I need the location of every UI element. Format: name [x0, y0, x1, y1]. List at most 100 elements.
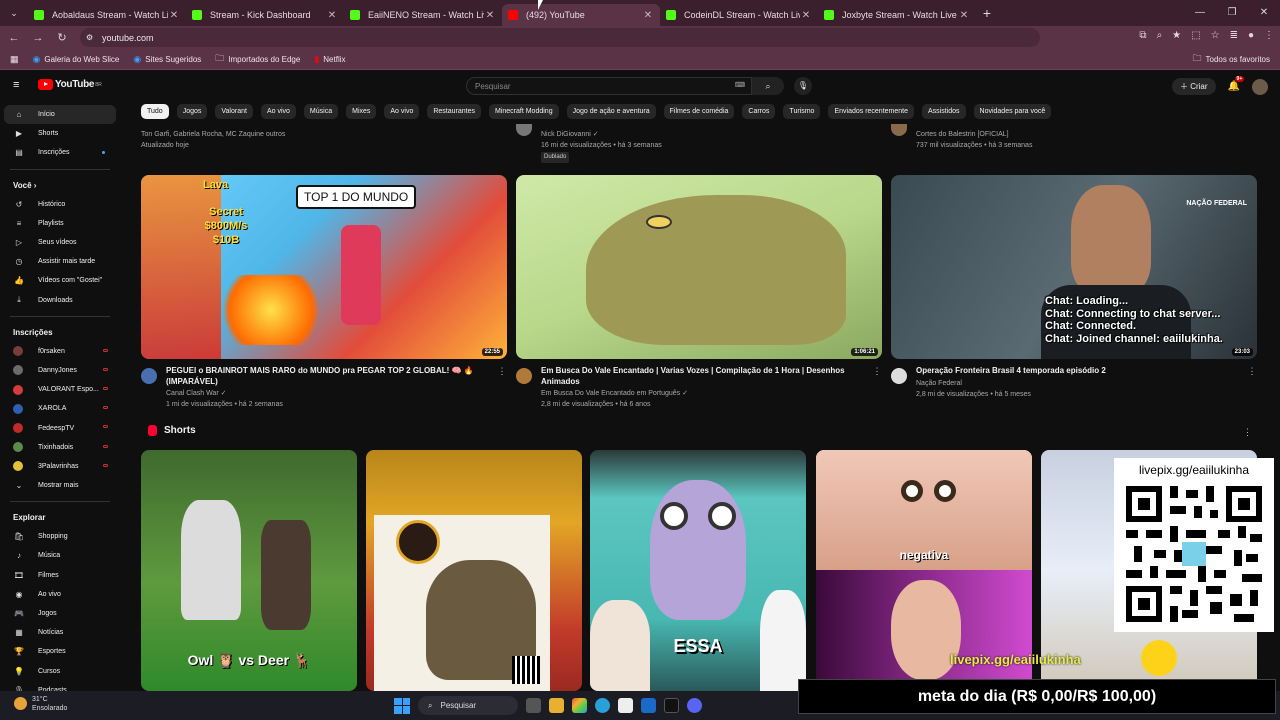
back-button[interactable]: ← — [2, 32, 26, 44]
sidebar-item-v-deos-com-gostei-[interactable]: 👍 Vídeos com "Gostei" — [0, 271, 120, 290]
channel-name[interactable]: Em Busca Do Vale Encantado em Português … — [541, 388, 872, 399]
favorite-star-icon[interactable]: ★ — [1172, 30, 1181, 41]
sidebar-item-playlists[interactable]: ≡ Playlists — [0, 214, 120, 233]
sidebar-item-not-cias[interactable]: ▦ Notícias — [0, 623, 120, 642]
browser-tab[interactable]: Stream - Kick Dashboard ✕ — [186, 4, 344, 26]
browser-tab[interactable]: Aobaldaus Stream - Watch Live ✕ — [28, 4, 186, 26]
extensions-icon[interactable]: ⬚ — [1191, 30, 1200, 41]
bookmark-galeria[interactable]: ◉ Galeria do Web Slice — [33, 54, 120, 65]
bookmark-sites[interactable]: ◉ Sites Sugeridos — [133, 54, 201, 65]
close-window-button[interactable]: ✕ — [1248, 0, 1280, 24]
filter-chip[interactable]: Ao vivo — [384, 104, 420, 119]
sidebar-item-cursos[interactable]: 💡 Cursos — [0, 662, 120, 681]
sidebar-item-in-cio[interactable]: ⌂ Início — [4, 105, 116, 125]
video-title[interactable]: PEGUEI o BRAINROT MAIS RARO do MUNDO pra… — [166, 366, 497, 387]
search-input[interactable]: Pesquisar ⌨ — [466, 77, 752, 95]
filter-chip[interactable]: Novidades para você — [973, 104, 1052, 119]
filter-chip[interactable]: Restaurantes — [427, 104, 481, 119]
collections-icon[interactable]: ≣ — [1230, 30, 1238, 41]
url-field[interactable]: ⚙ youtube.com — [80, 28, 1040, 47]
subscription-item[interactable]: Tixinhadois — [0, 438, 120, 457]
outlook-icon[interactable] — [641, 698, 656, 713]
subscription-item[interactable]: 3Palavrinhas — [0, 457, 120, 476]
subscription-item[interactable]: FedeespTV — [0, 418, 120, 437]
channel-name[interactable]: Nação Federal — [916, 378, 1247, 389]
browser-tab[interactable]: CodeinDL Stream - Watch Live ✕ — [660, 4, 818, 26]
sidebar-item-assistir-mais-tarde[interactable]: ◷ Assistir mais tarde — [0, 252, 120, 271]
filter-chip[interactable]: Turismo — [783, 104, 821, 119]
calendar-icon[interactable] — [618, 698, 633, 713]
filter-chip[interactable]: Assistidos — [922, 104, 966, 119]
search-button[interactable]: ⌕ — [752, 77, 784, 95]
sidebar-item-filmes[interactable]: 🎞 Filmes — [0, 566, 120, 585]
browser-tab[interactable]: (492) YouTube ✕ — [502, 4, 660, 26]
install-app-icon[interactable]: ⧉ — [1139, 30, 1146, 41]
voice-search-button[interactable]: 🎙 — [794, 77, 812, 95]
account-avatar[interactable] — [1252, 78, 1268, 95]
notifications-button[interactable]: 🔔 9+ — [1228, 76, 1245, 92]
sidebar-item-downloads[interactable]: ⤓ Downloads — [0, 291, 120, 310]
short-thumbnail[interactable]: Owl 🦉 vs Deer 🦌 — [141, 450, 357, 691]
subscription-item[interactable]: VALORANT Espo... — [0, 380, 120, 399]
file-explorer-icon[interactable] — [549, 698, 564, 713]
subscription-item[interactable]: f0rsaken — [0, 342, 120, 361]
sidebar-item-esportes[interactable]: 🏆 Esportes — [0, 642, 120, 661]
windows-start-icon[interactable] — [394, 697, 410, 714]
show-more-button[interactable]: ⌄ Mostrar mais — [0, 476, 120, 495]
sidebar-item-shorts[interactable]: ▶ Shorts — [0, 124, 120, 143]
reload-button[interactable]: ↻ — [50, 31, 74, 44]
video-thumbnail[interactable]: TOP 1 DO MUNDO Lava Secret $800M/s $10B … — [141, 175, 507, 359]
all-favorites[interactable]: 🗀 Todos os favoritos — [1193, 51, 1271, 67]
sidebar-item-seus-v-deos[interactable]: ▷ Seus vídeos — [0, 233, 120, 252]
copilot-icon[interactable] — [572, 698, 587, 713]
you-section-header[interactable]: Você › — [0, 176, 120, 195]
browser-tab[interactable]: EaiiNENO Stream - Watch Live ✕ — [344, 4, 502, 26]
filter-chip[interactable]: Mixes — [346, 104, 377, 119]
filter-chip[interactable]: Valorant — [215, 104, 253, 119]
filter-chip[interactable]: Ao vivo — [260, 104, 296, 119]
filter-chip[interactable]: Carros — [742, 104, 776, 119]
filter-chip[interactable]: Filmes de comédia — [663, 104, 735, 119]
more-options-icon[interactable]: ⋮ — [497, 366, 507, 410]
channel-avatar[interactable] — [516, 124, 532, 136]
new-tab-button[interactable]: + — [976, 5, 998, 21]
filter-chip[interactable]: Música — [303, 104, 339, 119]
more-options-icon[interactable]: ⋮ — [872, 366, 882, 410]
maximize-button[interactable]: ❐ — [1216, 0, 1248, 24]
video-title[interactable]: Em Busca Do Vale Encantado | Varias Voze… — [541, 366, 872, 387]
close-tab-icon[interactable]: ✕ — [168, 10, 180, 21]
close-tab-icon[interactable]: ✕ — [958, 10, 970, 21]
filter-chip[interactable]: Tudo — [141, 104, 169, 119]
hamburger-menu-icon[interactable]: ≡ — [13, 79, 19, 91]
site-info-icon[interactable]: ⚙ — [86, 33, 93, 42]
sidebar-item-hist-rico[interactable]: ↺ Histórico — [0, 195, 120, 214]
apps-grid-icon[interactable]: ▦ — [10, 54, 19, 65]
sidebar-item-m-sica[interactable]: ♪ Música — [0, 546, 120, 565]
close-tab-icon[interactable]: ✕ — [800, 10, 812, 21]
video-title[interactable]: Operação Fronteira Brasil 4 temporada ep… — [916, 366, 1247, 377]
bookmark-importados[interactable]: 🗀 Importados do Edge — [215, 51, 300, 67]
channel-avatar[interactable] — [141, 368, 157, 384]
youtube-logo[interactable]: YouTube BR — [38, 79, 102, 90]
filter-chip[interactable]: Jogos — [176, 104, 208, 119]
more-options-icon[interactable]: ⋮ — [1243, 427, 1252, 438]
sidebar-item-jogos[interactable]: 🎮 Jogos — [0, 604, 120, 623]
sidebar-item-ao-vivo[interactable]: ◉ Ao vivo — [0, 585, 120, 604]
channel-avatar[interactable] — [516, 368, 532, 384]
filter-chip[interactable]: Enviados recentemente — [828, 104, 914, 119]
filter-chip[interactable]: Jogo de ação e aventura — [566, 104, 656, 119]
terminal-icon[interactable] — [664, 698, 679, 713]
close-tab-icon[interactable]: ✕ — [484, 10, 496, 21]
edge-icon[interactable] — [595, 698, 610, 713]
browser-menu-icon[interactable]: ⋮ — [1264, 30, 1274, 41]
filter-chip[interactable]: Minecraft Modding — [489, 104, 559, 119]
subscription-item[interactable]: DannyJones — [0, 361, 120, 380]
task-view-icon[interactable] — [526, 698, 541, 713]
close-tab-icon[interactable]: ✕ — [642, 10, 654, 21]
zoom-icon[interactable]: ⌕ — [1157, 30, 1163, 41]
channel-avatar[interactable] — [891, 368, 907, 384]
minimize-button[interactable]: — — [1184, 0, 1216, 24]
sidebar-item-shopping[interactable]: 🛍 Shopping — [0, 527, 120, 546]
favorites-icon[interactable]: ☆ — [1211, 30, 1220, 41]
video-thumbnail[interactable]: 1:06:21 — [516, 175, 882, 359]
